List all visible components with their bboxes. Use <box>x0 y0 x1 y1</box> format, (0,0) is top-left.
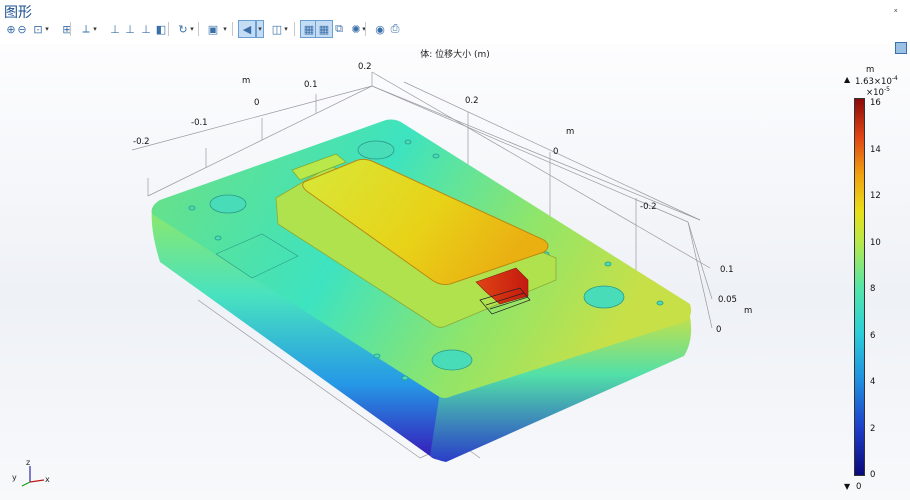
window-title: 图形 <box>4 5 32 21</box>
select-all-icon[interactable]: ▣ <box>204 20 222 38</box>
triad-y-label: y <box>12 473 17 482</box>
colorbar-tick-label: 0 <box>870 470 876 480</box>
colorbar-tick-label: 6 <box>870 330 876 341</box>
triad-z-label: z <box>26 458 30 467</box>
colorbar-tick-label: 2 <box>870 423 876 434</box>
zoom-extents-icon[interactable]: ⊞ <box>58 20 76 38</box>
colorbar-tick-label: 10 <box>870 237 881 248</box>
dropdown-icon[interactable]: ▾ <box>282 20 290 38</box>
axis-unit-label: m <box>242 76 251 86</box>
axis-tick-label: 0 <box>716 325 722 335</box>
axis-unit-label: m <box>566 127 575 137</box>
toolbar-separator <box>70 22 71 36</box>
colorbar-unit: m <box>866 65 875 75</box>
dropdown-icon[interactable]: ▾ <box>43 20 51 38</box>
axis-tick-label: 0.2 <box>358 62 372 72</box>
dropdown-icon[interactable]: ▾ <box>188 20 196 38</box>
colorbar <box>854 98 865 476</box>
axis-triad-icon: z x y <box>12 458 50 487</box>
dropdown-icon[interactable]: ▾ <box>221 20 229 38</box>
axis-tick-label: 0 <box>553 147 559 157</box>
axis-tick-label: 0.2 <box>465 96 479 106</box>
print-icon[interactable]: ⎙ <box>386 20 404 38</box>
axis-tick-label: 0 <box>254 98 260 108</box>
graphics-toolbar: ⊕ ⊖ ⊡ ▾ ⊞ ⟂ ▾ ⊥ ⊥ ⊥ ◧ ↻ ▾ ▣ ▾ ◀ ▾ ◫ ▾ ▦ ▦ ⧉ ✺ ▾ ◉ ⎙ <box>0 20 910 40</box>
max-marker-icon: ▲ <box>844 75 851 84</box>
colorbar-tick-label: 4 <box>870 377 876 387</box>
min-marker-icon: ▼ <box>844 482 851 491</box>
transparency-icon[interactable]: ◀ <box>238 20 256 38</box>
dropdown-icon[interactable]: ▾ <box>91 20 99 38</box>
triad-x-label: x <box>45 475 50 484</box>
toolbar-separator <box>365 22 366 36</box>
window-titlebar: 图形 ₓ <box>0 0 910 22</box>
colorbar-scale: ×10-5 <box>866 86 890 98</box>
toolbar-separator <box>198 22 199 36</box>
toolbar-separator <box>168 22 169 36</box>
toolbar-separator <box>294 22 295 36</box>
toolbar-separator <box>232 22 233 36</box>
colorbar-tick-label: 14 <box>870 144 881 155</box>
axis-tick-label: -0.2 <box>640 202 657 212</box>
dropdown-icon[interactable]: ▾ <box>256 20 264 38</box>
axis-tick-label: 0.1 <box>304 80 318 90</box>
colorbar-tick-label: 12 <box>870 191 881 201</box>
axis-tick-label: -0.2 <box>133 137 150 147</box>
colorbar-tick-label: 8 <box>870 284 876 294</box>
colorbar-min-label: 0 <box>856 482 862 492</box>
pin-icon[interactable]: ₓ <box>894 4 898 15</box>
axis-tick-label: -0.1 <box>191 118 208 128</box>
axis-tick-label: 0.05 <box>718 295 737 305</box>
axis-tick-label: 0.1 <box>720 265 734 275</box>
model-3d-view <box>131 71 713 462</box>
colorbar-tick-label: 16 <box>870 98 881 108</box>
dropdown-icon[interactable]: ▾ <box>360 20 368 38</box>
copy-icon[interactable]: ⧉ <box>330 20 348 38</box>
axis-unit-label: m <box>744 306 753 316</box>
